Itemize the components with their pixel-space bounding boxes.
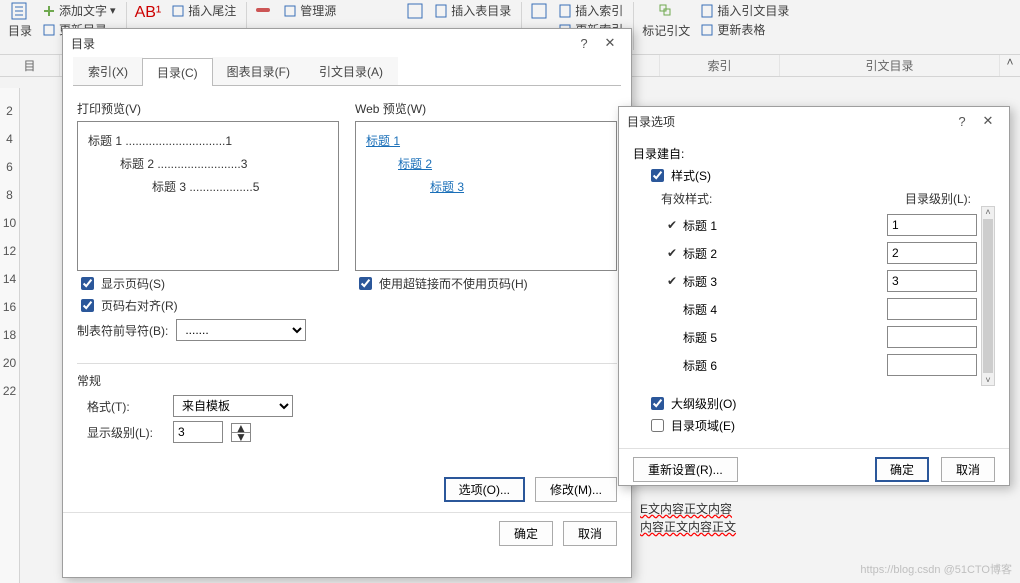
format-select[interactable]: 来自模板: [173, 395, 293, 417]
level-input[interactable]: [887, 242, 977, 264]
format-label: 格式(T):: [87, 398, 165, 415]
print-preview: 标题 1 ..............................1 标题 …: [77, 121, 339, 271]
scroll-down-icon[interactable]: ˅: [985, 375, 990, 385]
add-text-button[interactable]: 添加文字 ▾: [42, 2, 116, 19]
tab-cite[interactable]: 引文目录(A): [304, 57, 398, 85]
web-link-3[interactable]: 标题 3: [430, 180, 464, 194]
web-link-1[interactable]: 标题 1: [366, 134, 400, 148]
tab-fig[interactable]: 图表目录(F): [212, 57, 305, 85]
mark-entry-button[interactable]: [530, 2, 548, 20]
toc-label: 目录: [8, 22, 32, 39]
spinner-down-icon[interactable]: ▼: [232, 432, 250, 441]
close-icon[interactable]: ✕: [597, 35, 623, 51]
plus-icon: [42, 4, 56, 18]
close-icon[interactable]: ✕: [975, 113, 1001, 129]
style-row: ✔标题 1: [661, 211, 977, 239]
cancel-button[interactable]: 取消: [563, 521, 617, 546]
toc-field-checkbox[interactable]: 目录项域(E): [647, 416, 995, 435]
minus-icon: [255, 2, 273, 20]
leader-select[interactable]: .......: [176, 319, 306, 341]
mark-icon: [530, 2, 548, 20]
outline-level-checkbox[interactable]: 大纲级别(O): [647, 394, 995, 413]
separator: [633, 2, 634, 50]
level-input[interactable]: [887, 354, 977, 376]
help-icon[interactable]: ?: [571, 36, 597, 51]
right-align-checkbox[interactable]: 页码右对齐(R): [77, 296, 339, 315]
manage-source-button[interactable]: 管理源: [283, 2, 336, 19]
build-from-label: 目录建自:: [633, 145, 995, 162]
style-row: 标题 4: [661, 295, 977, 323]
toc-icon: [11, 2, 29, 20]
cancel-button[interactable]: 取消: [941, 457, 995, 482]
manage-icon: [283, 4, 297, 18]
footnote-ab-button[interactable]: AB¹: [135, 2, 162, 22]
refresh-icon: [700, 23, 714, 37]
toc-options-dialog: 目录选项 ? ✕ 目录建自: 样式(S) 有效样式: 目录级别(L): ✔标题 1…: [618, 106, 1010, 486]
group-cite: 引文目录: [780, 55, 1000, 76]
dialog-title: 目录选项: [627, 113, 675, 130]
dialog-tabs: 索引(X) 目录(C) 图表目录(F) 引文目录(A): [73, 57, 621, 86]
scrollbar[interactable]: ˄ ˅: [981, 206, 995, 386]
group-label: 目: [0, 55, 60, 76]
web-preview-label: Web 预览(W): [355, 100, 617, 117]
insert-index-button[interactable]: 插入索引: [558, 2, 623, 19]
use-hyperlink-checkbox[interactable]: 使用超链接而不使用页码(H): [355, 274, 617, 293]
caption-icon: [406, 2, 424, 20]
dialog-titlebar: 目录 ? ✕: [63, 29, 631, 57]
update-table-button[interactable]: 更新表格: [700, 21, 789, 38]
toc-dialog: 目录 ? ✕ 索引(X) 目录(C) 图表目录(F) 引文目录(A) 打印预览(…: [62, 28, 632, 578]
dialog-title: 目录: [71, 35, 95, 52]
web-link-2[interactable]: 标题 2: [398, 157, 432, 171]
insert-fig-toc-button[interactable]: 插入表目录: [434, 2, 511, 19]
toc-gallery-button[interactable]: 目录: [8, 2, 32, 39]
collapse-ribbon-icon[interactable]: ˄: [1000, 55, 1020, 76]
style-row: ✔标题 2: [661, 239, 977, 267]
level-input[interactable]: [887, 214, 977, 236]
insert-endnote-button[interactable]: 插入尾注: [171, 2, 236, 19]
level-input[interactable]: [887, 298, 977, 320]
refresh-icon: [42, 23, 56, 37]
web-preview: 标题 1 标题 2 标题 3: [355, 121, 617, 271]
ok-button[interactable]: 确定: [499, 521, 553, 546]
vertical-ruler: 246810121416182022: [0, 88, 20, 583]
leader-label: 制表符前导符(B):: [77, 322, 168, 339]
style-row: 标题 5: [661, 323, 977, 351]
document-text: E文内容正文内容 内容正文内容正文: [640, 500, 736, 536]
watermark: https://blog.csdn @51CTO博客: [860, 561, 1012, 577]
doc-icon: [434, 4, 448, 18]
doc-icon: [558, 4, 572, 18]
scroll-thumb[interactable]: [983, 219, 993, 373]
mark-cite-icon: [657, 2, 675, 20]
valid-styles-label: 有效样式:: [661, 190, 712, 207]
styles-checkbox[interactable]: 样式(S): [647, 166, 995, 185]
show-pagenum-checkbox[interactable]: 显示页码(S): [77, 274, 339, 293]
tab-index[interactable]: 索引(X): [73, 57, 143, 85]
insert-caption-button[interactable]: [406, 2, 424, 20]
insert-cite-toc-button[interactable]: 插入引文目录: [700, 2, 789, 19]
dialog-titlebar: 目录选项 ? ✕: [619, 107, 1009, 135]
reset-button[interactable]: 重新设置(R)...: [633, 457, 738, 482]
modify-button[interactable]: 修改(M)...: [535, 477, 617, 502]
mark-citation-button[interactable]: 标记引文: [642, 2, 690, 39]
group-index: 索引: [660, 55, 780, 76]
tab-toc[interactable]: 目录(C): [142, 58, 213, 86]
ok-button[interactable]: 确定: [875, 457, 929, 482]
general-label: 常规: [77, 372, 617, 389]
print-preview-label: 打印预览(V): [77, 100, 339, 117]
citation-button[interactable]: [255, 2, 273, 20]
options-button[interactable]: 选项(O)...: [444, 477, 525, 502]
style-row: 标题 6: [661, 351, 977, 379]
toc-level-label: 目录级别(L):: [905, 190, 971, 207]
style-row: ✔标题 3: [661, 267, 977, 295]
levels-spinner[interactable]: [173, 421, 223, 443]
level-input[interactable]: [887, 326, 977, 348]
doc-icon: [700, 4, 714, 18]
endnote-icon: [171, 4, 185, 18]
level-input[interactable]: [887, 270, 977, 292]
help-icon[interactable]: ?: [949, 114, 975, 129]
scroll-up-icon[interactable]: ˄: [985, 207, 990, 217]
levels-label: 显示级别(L):: [87, 424, 165, 441]
